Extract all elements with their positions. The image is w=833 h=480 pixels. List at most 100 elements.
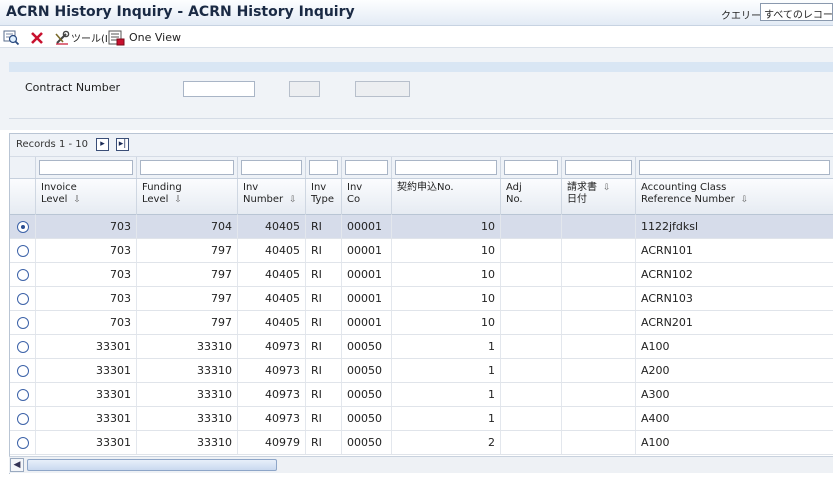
cell-inv-type: RI — [306, 311, 342, 334]
col-adj-no[interactable]: Adj No. — [501, 179, 562, 215]
filter-invoice-level[interactable] — [39, 160, 133, 175]
cell-adj-no — [501, 239, 562, 262]
row-select-radio[interactable] — [17, 413, 29, 425]
cell-inv-type: RI — [306, 431, 342, 454]
filter-inv-co[interactable] — [345, 160, 388, 175]
cell-adj-no — [501, 263, 562, 286]
cell-adj-no — [501, 383, 562, 406]
horizontal-scrollbar[interactable]: ◀ — [9, 456, 833, 473]
cell-acct-ref: A100 — [636, 431, 833, 454]
cell-inv-number: 40979 — [238, 431, 306, 454]
col-inv-number[interactable]: Inv Number ⇩ — [238, 179, 306, 215]
delete-button[interactable] — [29, 29, 45, 46]
sort-icon: ⇩ — [603, 183, 611, 193]
cell-inv-number: 40405 — [238, 239, 306, 262]
filter-funding-level[interactable] — [140, 160, 234, 175]
next-page-button[interactable]: ▸ — [96, 138, 109, 151]
filter-inv-type[interactable] — [309, 160, 338, 175]
table-row[interactable]: 33301 33310 40979 RI 00050 2 A100 — [10, 431, 833, 455]
contract-lookup-field[interactable] — [289, 81, 320, 97]
table-row[interactable]: 703 797 40405 RI 00001 10 ACRN101 — [10, 239, 833, 263]
one-view-button[interactable]: One View — [108, 29, 181, 46]
row-select-radio[interactable] — [17, 293, 29, 305]
tools-label: ツール(I) — [71, 34, 112, 45]
col-funding-level[interactable]: Funding Level ⇩ — [137, 179, 238, 215]
last-page-button[interactable]: ▸| — [116, 138, 129, 151]
cell-inv-co: 00001 — [342, 311, 392, 334]
row-select-radio[interactable] — [17, 341, 29, 353]
cell-funding-level: 33310 — [137, 431, 238, 454]
app-window: ACRN History Inquiry - ACRN History Inqu… — [0, 0, 833, 480]
table-row[interactable]: 703 797 40405 RI 00001 10 ACRN201 — [10, 311, 833, 335]
filter-adj-no[interactable] — [504, 160, 558, 175]
records-count: Records 1 - 10 — [16, 139, 88, 150]
cell-contract-no: 1 — [392, 407, 501, 430]
cell-funding-level: 797 — [137, 263, 238, 286]
table-row[interactable]: 703 704 40405 RI 00001 10 1122jfdksl — [10, 215, 833, 239]
table-row[interactable]: 33301 33310 40973 RI 00050 1 A100 — [10, 335, 833, 359]
col-invoice-date[interactable]: 請求書 ⇩ 日付 — [562, 179, 636, 215]
cell-inv-co: 00001 — [342, 263, 392, 286]
cell-adj-no — [501, 431, 562, 454]
cell-invoice-level: 33301 — [36, 431, 137, 454]
table-row[interactable]: 703 797 40405 RI 00001 10 ACRN103 — [10, 287, 833, 311]
cell-adj-no — [501, 407, 562, 430]
cell-adj-no — [501, 335, 562, 358]
cell-inv-type: RI — [306, 263, 342, 286]
table-row[interactable]: 33301 33310 40973 RI 00050 1 A400 — [10, 407, 833, 431]
row-select-radio[interactable] — [17, 389, 29, 401]
find-button[interactable] — [3, 29, 20, 46]
table-row[interactable]: 33301 33310 40973 RI 00050 1 A200 — [10, 359, 833, 383]
col-acct-ref[interactable]: Accounting Class Reference Number ⇩ — [636, 179, 833, 215]
cell-adj-no — [501, 287, 562, 310]
row-select-radio[interactable] — [17, 365, 29, 377]
contract-description-field — [355, 81, 410, 97]
sort-icon: ⇩ — [73, 195, 81, 205]
cell-acct-ref: ACRN102 — [636, 263, 833, 286]
one-view-icon — [108, 30, 125, 45]
query-label: クエリー: — [721, 11, 765, 22]
tools-icon — [55, 30, 70, 45]
cell-invoice-level: 33301 — [36, 335, 137, 358]
contract-number-input[interactable] — [183, 81, 255, 97]
cell-inv-number: 40405 — [238, 263, 306, 286]
cell-invoice-level: 703 — [36, 311, 137, 334]
row-select-radio[interactable] — [17, 245, 29, 257]
tools-button[interactable]: ツール(I) — [54, 29, 112, 46]
row-select-radio[interactable] — [17, 317, 29, 329]
find-icon — [3, 30, 20, 45]
query-select[interactable]: すべてのレコード — [760, 3, 833, 21]
row-select-radio[interactable] — [17, 269, 29, 281]
col-inv-type[interactable]: Inv Type — [306, 179, 342, 215]
close-icon — [31, 31, 43, 44]
chevron-last-icon: ▸| — [118, 139, 127, 149]
cell-invoice-date — [562, 407, 636, 430]
cell-funding-level: 33310 — [137, 407, 238, 430]
sort-icon: ⇩ — [174, 195, 182, 205]
cell-invoice-date — [562, 263, 636, 286]
filter-acct-ref[interactable] — [639, 160, 830, 175]
filter-contract-no[interactable] — [395, 160, 497, 175]
table-row[interactable]: 33301 33310 40973 RI 00050 1 A300 — [10, 383, 833, 407]
scroll-thumb[interactable] — [27, 459, 277, 471]
filter-panel-header — [9, 62, 833, 72]
col-inv-co[interactable]: Inv Co — [342, 179, 392, 215]
cell-acct-ref: 1122jfdksl — [636, 215, 833, 238]
table-row[interactable]: 703 797 40405 RI 00001 10 ACRN102 — [10, 263, 833, 287]
scroll-left-button[interactable]: ◀ — [10, 458, 24, 472]
col-invoice-level[interactable]: Invoice Level ⇩ — [36, 179, 137, 215]
cell-inv-co: 00050 — [342, 383, 392, 406]
col-contract-no[interactable]: 契約申込No. — [392, 179, 501, 215]
cell-acct-ref: A300 — [636, 383, 833, 406]
cell-funding-level: 797 — [137, 311, 238, 334]
row-select-radio[interactable] — [17, 437, 29, 449]
filter-inv-number[interactable] — [241, 160, 302, 175]
cell-funding-level: 797 — [137, 287, 238, 310]
filter-invoice-date[interactable] — [565, 160, 632, 175]
cell-funding-level: 797 — [137, 239, 238, 262]
toolbar: ツール(I) One View — [0, 27, 833, 48]
cell-acct-ref: ACRN103 — [636, 287, 833, 310]
row-select-radio[interactable] — [17, 221, 29, 233]
cell-contract-no: 2 — [392, 431, 501, 454]
cell-acct-ref: A100 — [636, 335, 833, 358]
